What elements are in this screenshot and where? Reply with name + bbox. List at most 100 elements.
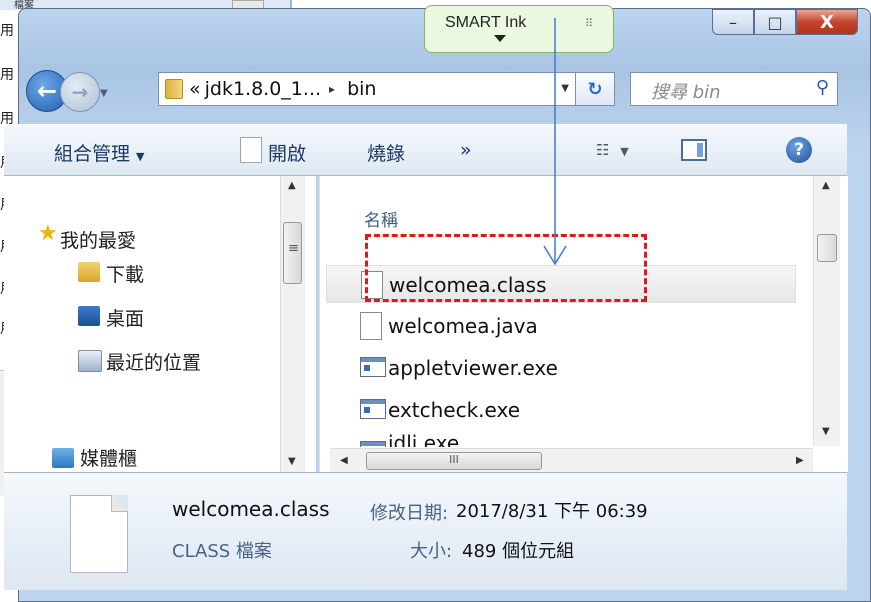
organize-button[interactable]: 組合管理 ▼ xyxy=(54,139,144,166)
file-thumbnail-icon xyxy=(70,495,128,573)
address-dropdown-icon[interactable]: ▼ xyxy=(561,83,569,94)
file-row-idlj[interactable]: idlj.exe xyxy=(326,433,796,447)
view-icon: ☷ xyxy=(596,141,610,159)
details-modified-value: 2017/8/31 下午 06:39 xyxy=(456,501,648,522)
scroll-up-icon[interactable]: ▲ xyxy=(288,180,296,191)
minimize-button[interactable]: – xyxy=(712,9,754,35)
organize-label: 組合管理 xyxy=(54,143,131,165)
refresh-icon: ↻ xyxy=(587,78,603,100)
scroll-down-icon[interactable]: ▼ xyxy=(822,426,830,437)
details-file-name: welcomea.class xyxy=(172,497,330,521)
recent-places-icon xyxy=(78,350,102,372)
nav-item-label: 最近的位置 xyxy=(106,352,202,374)
open-document-icon xyxy=(240,137,262,163)
document-icon xyxy=(361,271,383,299)
refresh-button[interactable]: ↻ xyxy=(575,72,615,106)
document-icon xyxy=(360,312,382,340)
nav-item-recent-places[interactable]: 最近的位置 xyxy=(106,348,201,375)
nav-item-label: 我的最愛 xyxy=(60,230,137,252)
smart-ink-toolbar[interactable]: SMART Ink ⠿ xyxy=(424,5,614,53)
file-list-pane: 名稱 welcomea.class welcomea.java appletvi… xyxy=(319,176,848,472)
navigation-pane: ★ 我的最愛 下載 桌面 最近的位置 媒體櫃 ▲ ▼ xyxy=(4,176,316,472)
change-view-button[interactable]: ☷ ▼ xyxy=(596,141,629,159)
back-arrow-icon: ← xyxy=(36,77,58,105)
smart-ink-label: SMART Ink xyxy=(445,14,527,31)
nav-item-label: 下載 xyxy=(106,264,145,286)
file-name: welcomea.java xyxy=(388,314,538,338)
breadcrumb-separator-icon[interactable]: ▸ xyxy=(329,82,335,96)
nav-item-label: 媒體櫃 xyxy=(80,448,138,470)
file-row-welcomea-class[interactable]: welcomea.class xyxy=(326,265,796,303)
help-button[interactable]: ? xyxy=(786,137,812,163)
open-button[interactable]: 開啟 xyxy=(268,139,306,166)
more-commands-button[interactable]: » xyxy=(460,139,472,161)
nav-item-libraries[interactable]: 媒體櫃 xyxy=(80,444,137,471)
forward-button[interactable]: → xyxy=(60,72,100,112)
downloads-icon xyxy=(78,262,100,282)
minimize-icon: – xyxy=(729,12,737,32)
forward-arrow-icon: → xyxy=(71,80,89,104)
nav-item-desktop[interactable]: 桌面 xyxy=(106,304,144,331)
details-pane: welcomea.class 修改日期: 2017/8/31 下午 06:39 … xyxy=(4,472,847,590)
search-box[interactable]: 搜尋 bin ⚲ xyxy=(630,72,838,106)
file-list-horizontal-scrollbar[interactable]: ◀ III ▶ xyxy=(330,448,813,473)
scroll-up-icon[interactable]: ▲ xyxy=(822,180,830,191)
close-icon: X xyxy=(820,11,834,33)
recent-pages-dropdown-icon[interactable]: ▼ xyxy=(100,88,108,99)
exe-icon xyxy=(360,357,386,377)
window-controls: – □ X xyxy=(712,9,858,35)
file-name: idlj.exe xyxy=(388,433,460,447)
scroll-down-icon[interactable]: ▼ xyxy=(288,456,296,467)
scroll-right-icon[interactable]: ▶ xyxy=(796,455,804,466)
file-name: appletviewer.exe xyxy=(388,356,558,380)
address-overflow[interactable]: « xyxy=(189,78,201,100)
chevron-down-icon: ▼ xyxy=(136,150,145,163)
smart-ink-dropdown-icon[interactable] xyxy=(494,35,506,42)
burn-button[interactable]: 燒錄 xyxy=(367,139,405,166)
help-icon: ? xyxy=(794,140,804,160)
details-file-type: CLASS 檔案 xyxy=(172,541,272,562)
more-commands-icon: » xyxy=(460,139,472,161)
nav-item-favorites[interactable]: 我的最愛 xyxy=(60,226,136,253)
file-name: extcheck.exe xyxy=(388,398,521,422)
maximize-icon: □ xyxy=(767,12,783,32)
search-icon[interactable]: ⚲ xyxy=(816,77,829,98)
address-bar[interactable]: « jdk1.8.0_1... ▸ bin ▼ xyxy=(158,72,578,106)
details-modified-label: 修改日期: xyxy=(370,503,449,524)
file-list-scroll-thumb[interactable] xyxy=(817,234,837,262)
horizontal-scroll-thumb[interactable]: III xyxy=(366,452,542,470)
open-label: 開啟 xyxy=(268,143,307,165)
navigation-scrollbar[interactable]: ▲ ▼ xyxy=(280,176,305,472)
file-row-extcheck[interactable]: extcheck.exe xyxy=(326,391,796,429)
burn-label: 燒錄 xyxy=(367,143,406,165)
preview-pane-button[interactable] xyxy=(681,139,707,161)
nav-item-downloads[interactable]: 下載 xyxy=(106,260,144,287)
breadcrumb-bin[interactable]: bin xyxy=(347,78,376,100)
libraries-icon xyxy=(52,448,74,468)
exe-icon xyxy=(360,399,386,419)
close-button[interactable]: X xyxy=(796,9,858,35)
details-size-label: 大小: xyxy=(410,541,453,562)
file-name: welcomea.class xyxy=(389,273,547,297)
breadcrumb-jdk[interactable]: jdk1.8.0_1... xyxy=(205,78,321,100)
nav-item-label: 桌面 xyxy=(106,308,145,330)
file-list-vertical-scrollbar[interactable]: ▲ ▼ xyxy=(813,176,840,446)
command-bar: 組合管理 ▼ 開啟 燒錄 » ☷ ▼ ? xyxy=(4,124,847,176)
exe-icon xyxy=(360,441,386,447)
smart-ink-grip-icon[interactable]: ⠿ xyxy=(585,18,601,37)
navigation-scroll-thumb[interactable] xyxy=(283,222,302,284)
details-size-value: 489 個位元組 xyxy=(462,541,575,562)
background-label: 用 xyxy=(0,23,14,39)
scroll-grip-icon: III xyxy=(449,453,459,466)
star-icon: ★ xyxy=(38,221,58,246)
file-row-welcomea-java[interactable]: welcomea.java xyxy=(326,307,796,345)
file-row-appletviewer[interactable]: appletviewer.exe xyxy=(326,349,796,387)
scroll-left-icon[interactable]: ◀ xyxy=(340,455,348,466)
chevron-down-icon: ▼ xyxy=(620,145,629,158)
column-header-name[interactable]: 名稱 xyxy=(364,206,398,231)
maximize-button[interactable]: □ xyxy=(754,9,796,35)
search-placeholder: 搜尋 bin xyxy=(651,82,721,103)
background-label: 用 xyxy=(0,67,14,83)
folder-icon xyxy=(165,79,183,99)
desktop-icon xyxy=(78,306,100,326)
